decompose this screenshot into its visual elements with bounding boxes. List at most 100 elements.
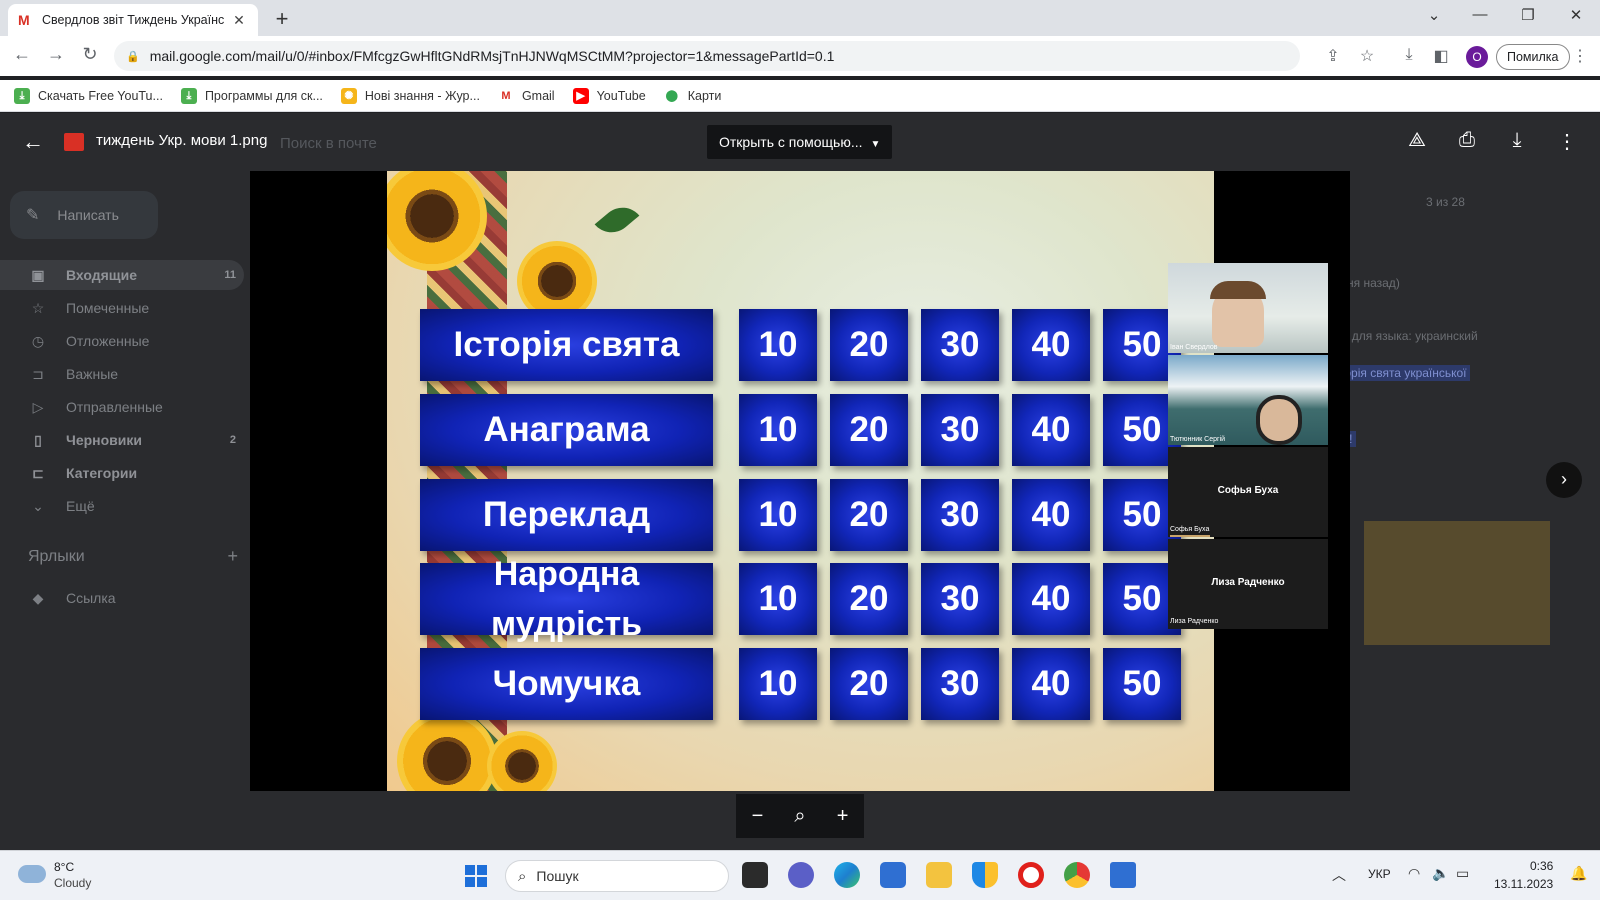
back-arrow-icon[interactable]: ← (22, 129, 44, 155)
sidebar-item-drafts[interactable]: ▯ Черновики 2 (0, 425, 244, 455)
clock-time[interactable]: 0:36 (1530, 859, 1553, 873)
document-app-icon[interactable] (1110, 862, 1136, 888)
chrome-icon[interactable] (1064, 862, 1090, 888)
tab-search-icon[interactable]: ⌄ (1424, 6, 1444, 24)
category-anagram[interactable]: Анаграма (420, 394, 713, 466)
security-shield-icon[interactable] (972, 862, 998, 888)
opera-icon[interactable] (1018, 862, 1044, 888)
points-tile[interactable]: 20 (830, 479, 908, 551)
points-tile[interactable]: 10 (739, 309, 817, 381)
category-why[interactable]: Чомучка (420, 648, 713, 720)
participant-tile[interactable]: Іван Свердлов (1168, 263, 1328, 353)
points-tile[interactable]: 10 (739, 394, 817, 466)
side-panel-icon[interactable]: ◧ (1430, 46, 1452, 66)
new-tab-button[interactable]: + (270, 6, 294, 32)
close-window-button[interactable]: ✕ (1566, 6, 1586, 24)
zoom-reset-icon[interactable]: ⌕ (794, 805, 805, 828)
profile-avatar[interactable]: O (1466, 46, 1488, 68)
add-to-drive-icon[interactable]: ⟁ (1404, 129, 1430, 152)
tray-overflow-icon[interactable]: ︿ (1332, 865, 1346, 885)
points-tile[interactable]: 20 (830, 648, 908, 720)
browser-tab[interactable]: M Свердлов звіт Тиждень Українс ✕ (8, 4, 258, 36)
forward-icon[interactable]: → (44, 44, 68, 65)
category-folk-wisdom[interactable]: Народна мудрість (420, 555, 713, 643)
download-icon[interactable]: ⤓ (1504, 129, 1530, 152)
teams-chat-icon[interactable] (788, 862, 814, 888)
wifi-icon[interactable]: ◠ (1408, 865, 1420, 882)
chevron-down-icon: ⌄ (32, 497, 44, 514)
more-options-icon[interactable]: ⋮ (1554, 129, 1580, 154)
clock-date[interactable]: 13.11.2023 (1494, 877, 1553, 891)
volume-icon[interactable]: 🔈 (1432, 865, 1449, 882)
translate-bar: ить для языка: украинский (1330, 329, 1478, 343)
points-tile[interactable]: 40 (1012, 563, 1090, 635)
address-bar[interactable]: 🔒 mail.google.com/mail/u/0/#inbox/FMfcgz… (114, 41, 1300, 71)
taskbar-search[interactable]: ⌕ Пошук (505, 860, 729, 892)
language-indicator[interactable]: УКР (1368, 867, 1391, 881)
bookmark-item[interactable]: ✺ Нові знання - Жур... (340, 87, 480, 104)
points-tile[interactable]: 30 (921, 309, 999, 381)
points-tile[interactable]: 20 (830, 309, 908, 381)
points-tile[interactable]: 20 (830, 563, 908, 635)
points-tile[interactable]: 40 (1012, 479, 1090, 551)
category-history[interactable]: Історія свята (420, 309, 713, 381)
battery-icon[interactable]: ▭ (1456, 865, 1469, 882)
bookmark-item[interactable]: ⤓ Скачать Free YouTu... (14, 87, 163, 104)
bookmark-item[interactable]: M Gmail (497, 87, 555, 104)
points-tile[interactable]: 40 (1012, 648, 1090, 720)
sidebar-item-categories[interactable]: ⊏ Категории (0, 458, 244, 488)
notifications-icon[interactable]: 🔔 (1570, 865, 1587, 882)
label-icon: ⊏ (32, 464, 44, 481)
category-translation[interactable]: Переклад (420, 479, 713, 551)
bookmark-item[interactable]: ⬤ Карти (663, 87, 721, 104)
back-icon[interactable]: ← (10, 44, 34, 65)
compose-button[interactable]: ✎ Написать (10, 191, 158, 239)
cloud-icon[interactable] (18, 865, 46, 883)
participant-tile[interactable]: Тютюнник Сергій (1168, 355, 1328, 445)
chrome-menu-icon[interactable]: ⋮ (1572, 46, 1588, 66)
store-icon[interactable] (880, 862, 906, 888)
bookmark-item[interactable]: ⤓ Программы для ск... (180, 87, 323, 104)
windows-start-icon[interactable] (465, 865, 487, 887)
restore-button[interactable]: ❐ (1518, 6, 1538, 24)
sidebar-item-sent[interactable]: ▷ Отправленные (0, 392, 244, 422)
points-tile[interactable]: 40 (1012, 309, 1090, 381)
file-explorer-icon[interactable] (926, 862, 952, 888)
participant-tile[interactable]: Лиза Радченко Лиза Радченко (1168, 539, 1328, 629)
points-tile[interactable]: 10 (739, 479, 817, 551)
downloads-icon[interactable]: ⤓ (1398, 46, 1420, 64)
close-tab-icon[interactable]: ✕ (230, 12, 248, 29)
add-label-icon[interactable]: + (227, 546, 238, 567)
next-image-button[interactable]: › (1546, 462, 1582, 498)
sidebar-item-important[interactable]: ⊐ Важные (0, 359, 244, 389)
zoom-in-icon[interactable]: + (837, 805, 849, 828)
sidebar-item-starred[interactable]: ☆ Помеченные (0, 293, 244, 323)
points-tile[interactable]: 10 (739, 563, 817, 635)
points-tile[interactable]: 30 (921, 648, 999, 720)
minimize-button[interactable]: — (1470, 6, 1490, 23)
attachment-thumbnail[interactable] (1364, 521, 1550, 645)
lock-icon[interactable]: 🔒 (126, 50, 140, 63)
points-tile[interactable]: 30 (921, 479, 999, 551)
sidebar-item-label[interactable]: ◆ Ссылка (0, 583, 244, 613)
edge-icon[interactable] (834, 862, 860, 888)
participant-tile[interactable]: Софья Буха Софья Буха (1168, 447, 1328, 537)
bookmark-star-icon[interactable]: ☆ (1356, 46, 1378, 66)
points-tile[interactable]: 40 (1012, 394, 1090, 466)
open-with-button[interactable]: Открыть с помощью... ▼ (707, 125, 893, 159)
points-tile[interactable]: 30 (921, 394, 999, 466)
sidebar-item-inbox[interactable]: ▣ Входящие 11 (0, 260, 244, 290)
sidebar-item-more[interactable]: ⌄ Ещё (0, 491, 244, 521)
points-tile[interactable]: 20 (830, 394, 908, 466)
error-button[interactable]: Помилка (1496, 44, 1570, 70)
task-view-icon[interactable] (742, 862, 768, 888)
points-tile[interactable]: 50 (1103, 648, 1181, 720)
bookmark-item[interactable]: ▶ YouTube (572, 87, 646, 104)
share-icon[interactable]: ⇪ (1322, 46, 1344, 66)
points-tile[interactable]: 30 (921, 563, 999, 635)
zoom-out-icon[interactable]: − (752, 805, 764, 828)
sidebar-item-snoozed[interactable]: ◷ Отложенные (0, 326, 244, 356)
print-icon[interactable]: ⎙ (1454, 129, 1480, 152)
reload-icon[interactable]: ↻ (78, 44, 102, 65)
points-tile[interactable]: 10 (739, 648, 817, 720)
